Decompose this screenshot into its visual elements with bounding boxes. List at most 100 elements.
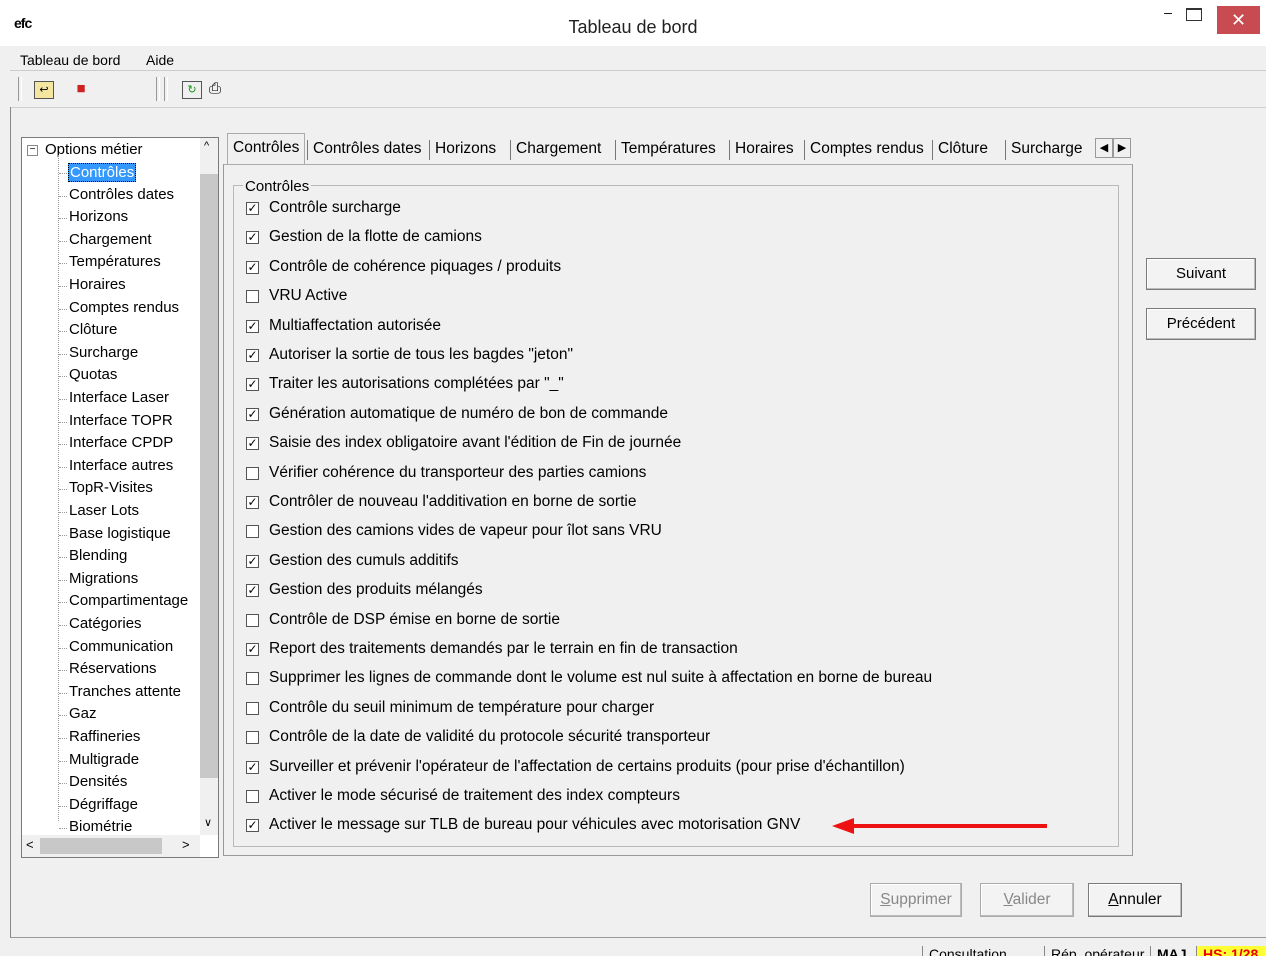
- tree-item[interactable]: Interface CPDP: [69, 434, 173, 451]
- tree-item[interactable]: Biométrie: [69, 818, 132, 835]
- option-checkbox[interactable]: ✓: [246, 319, 259, 333]
- option-checkbox[interactable]: ✓: [246, 437, 259, 451]
- tree-connector: [59, 240, 67, 242]
- tree-item[interactable]: Blending: [69, 547, 127, 564]
- option-checkbox[interactable]: [246, 701, 259, 715]
- tree-item[interactable]: Températures: [69, 253, 161, 270]
- tree-connector: [59, 557, 67, 559]
- tab-item[interactable]: Températures: [619, 135, 718, 163]
- scroll-right-icon[interactable]: >: [182, 837, 190, 852]
- tree-item[interactable]: Réservations: [69, 660, 157, 677]
- tree-item[interactable]: Gaz: [69, 705, 97, 722]
- option-label: Génération automatique de numéro de bon …: [269, 404, 668, 422]
- tree-item[interactable]: Contrôles: [68, 163, 137, 182]
- tree-item[interactable]: Dégriffage: [69, 796, 138, 813]
- option-checkbox[interactable]: ✓: [246, 349, 259, 362]
- tree-item[interactable]: Communication: [69, 638, 173, 655]
- tree-horizontal-scrollbar[interactable]: < >: [22, 835, 200, 857]
- validate-button[interactable]: Valider: [980, 883, 1074, 917]
- menu-aide[interactable]: Aide: [146, 52, 174, 68]
- option-checkbox[interactable]: ✓: [246, 407, 259, 421]
- menu-tableau-de-bord[interactable]: Tableau de bord: [20, 52, 120, 68]
- tab-item[interactable]: Chargement: [514, 135, 603, 163]
- option-checkbox[interactable]: ✓: [246, 760, 259, 774]
- cancel-button[interactable]: Annuler: [1088, 883, 1182, 917]
- option-checkbox[interactable]: ✓: [246, 819, 259, 833]
- tree-connector: [59, 331, 67, 333]
- tree-item[interactable]: Interface autres: [69, 457, 173, 474]
- refresh-icon[interactable]: ↻: [182, 81, 202, 99]
- tree-connector: [59, 308, 67, 310]
- option-checkbox[interactable]: [246, 731, 259, 745]
- scroll-left-icon[interactable]: <: [26, 837, 34, 852]
- option-checkbox[interactable]: ✓: [246, 554, 259, 568]
- tree-item[interactable]: TopR-Visites: [69, 479, 153, 496]
- print-icon[interactable]: ⎙: [206, 81, 224, 97]
- option-checkbox[interactable]: ✓: [246, 584, 259, 598]
- toolbar-separator: [164, 77, 168, 101]
- tab-item[interactable]: Horizons: [433, 135, 498, 163]
- scroll-thumb[interactable]: [40, 838, 162, 854]
- option-checkbox[interactable]: [246, 525, 259, 539]
- tab-item[interactable]: Contrôles: [227, 133, 306, 164]
- option-checkbox[interactable]: ✓: [246, 202, 259, 215]
- option-checkbox[interactable]: ✓: [246, 378, 259, 392]
- option-checkbox[interactable]: [246, 672, 259, 686]
- delete-button[interactable]: Supprimer: [870, 883, 962, 917]
- tree-connector: [59, 805, 67, 807]
- option-checkbox[interactable]: ✓: [246, 231, 259, 245]
- option-checkbox[interactable]: ✓: [246, 496, 259, 509]
- close-button[interactable]: ✕: [1217, 6, 1260, 34]
- tree-item[interactable]: Horizons: [69, 208, 128, 225]
- tab-item[interactable]: Surcharge: [1009, 135, 1085, 163]
- tab-item[interactable]: Horaires: [733, 135, 796, 163]
- tree-item[interactable]: Laser Lots: [69, 502, 139, 519]
- tree-item[interactable]: Migrations: [69, 570, 138, 587]
- tab-item[interactable]: Contrôles dates: [311, 135, 424, 163]
- tree-item[interactable]: Densités: [69, 773, 127, 790]
- option-checkbox[interactable]: ✓: [246, 643, 259, 656]
- option-label: Multiaffectation autorisée: [269, 316, 442, 334]
- window-title: Tableau de bord: [568, 17, 698, 37]
- option-checkbox[interactable]: [246, 466, 259, 480]
- scroll-thumb[interactable]: [200, 174, 218, 778]
- tree-item[interactable]: Raffineries: [69, 728, 140, 745]
- collapse-icon[interactable]: −: [27, 145, 38, 156]
- tree-item[interactable]: Interface Laser: [69, 389, 169, 406]
- scroll-down-icon[interactable]: ∨: [204, 816, 212, 829]
- tree-item[interactable]: Comptes rendus: [69, 299, 179, 316]
- options-tree[interactable]: − Options métier ^ ∨ < > Contrôles Contrô…: [21, 137, 219, 858]
- minimize-button[interactable]: –: [1156, 4, 1180, 26]
- tree-item[interactable]: Tranches attente: [69, 683, 181, 700]
- tree-item[interactable]: Chargement: [69, 231, 152, 248]
- option-checkbox[interactable]: ✓: [246, 260, 259, 274]
- tab-scroll-left-icon[interactable]: ◀: [1095, 138, 1113, 158]
- tab-item[interactable]: Clôture: [936, 135, 990, 163]
- tree-item[interactable]: Horaires: [69, 276, 126, 293]
- open-folder-icon[interactable]: ↩: [34, 81, 54, 99]
- tree-vertical-scrollbar[interactable]: ^ ∨: [200, 138, 218, 835]
- tree-item[interactable]: Interface TOPR: [69, 412, 173, 429]
- tree-item[interactable]: Clôture: [69, 321, 117, 338]
- tab-item[interactable]: Comptes rendus: [808, 135, 926, 163]
- tree-item[interactable]: Multigrade: [69, 751, 139, 768]
- toolbar-separator: [156, 77, 160, 101]
- option-checkbox[interactable]: [246, 290, 259, 304]
- tree-item[interactable]: Quotas: [69, 366, 117, 383]
- tree-item[interactable]: Contrôles dates: [69, 186, 174, 203]
- frame-border: [10, 107, 11, 937]
- next-button[interactable]: Suivant: [1146, 258, 1256, 290]
- truck-icon[interactable]: ■: [72, 81, 90, 97]
- maximize-button[interactable]: [1186, 8, 1202, 21]
- previous-button[interactable]: Précédent: [1146, 308, 1256, 340]
- tree-item[interactable]: Base logistique: [69, 525, 171, 542]
- option-checkbox[interactable]: [246, 790, 259, 803]
- tab-scroll-right-icon[interactable]: ▶: [1113, 138, 1131, 158]
- tree-item[interactable]: Compartimentage: [69, 592, 188, 609]
- option-checkbox[interactable]: [246, 613, 259, 627]
- option-label: Contrôler de nouveau l'additivation en b…: [269, 493, 637, 510]
- tree-item[interactable]: Surcharge: [69, 344, 138, 361]
- tree-item[interactable]: Catégories: [69, 615, 142, 632]
- scroll-up-icon[interactable]: ^: [204, 140, 209, 152]
- tree-connector: [59, 421, 67, 423]
